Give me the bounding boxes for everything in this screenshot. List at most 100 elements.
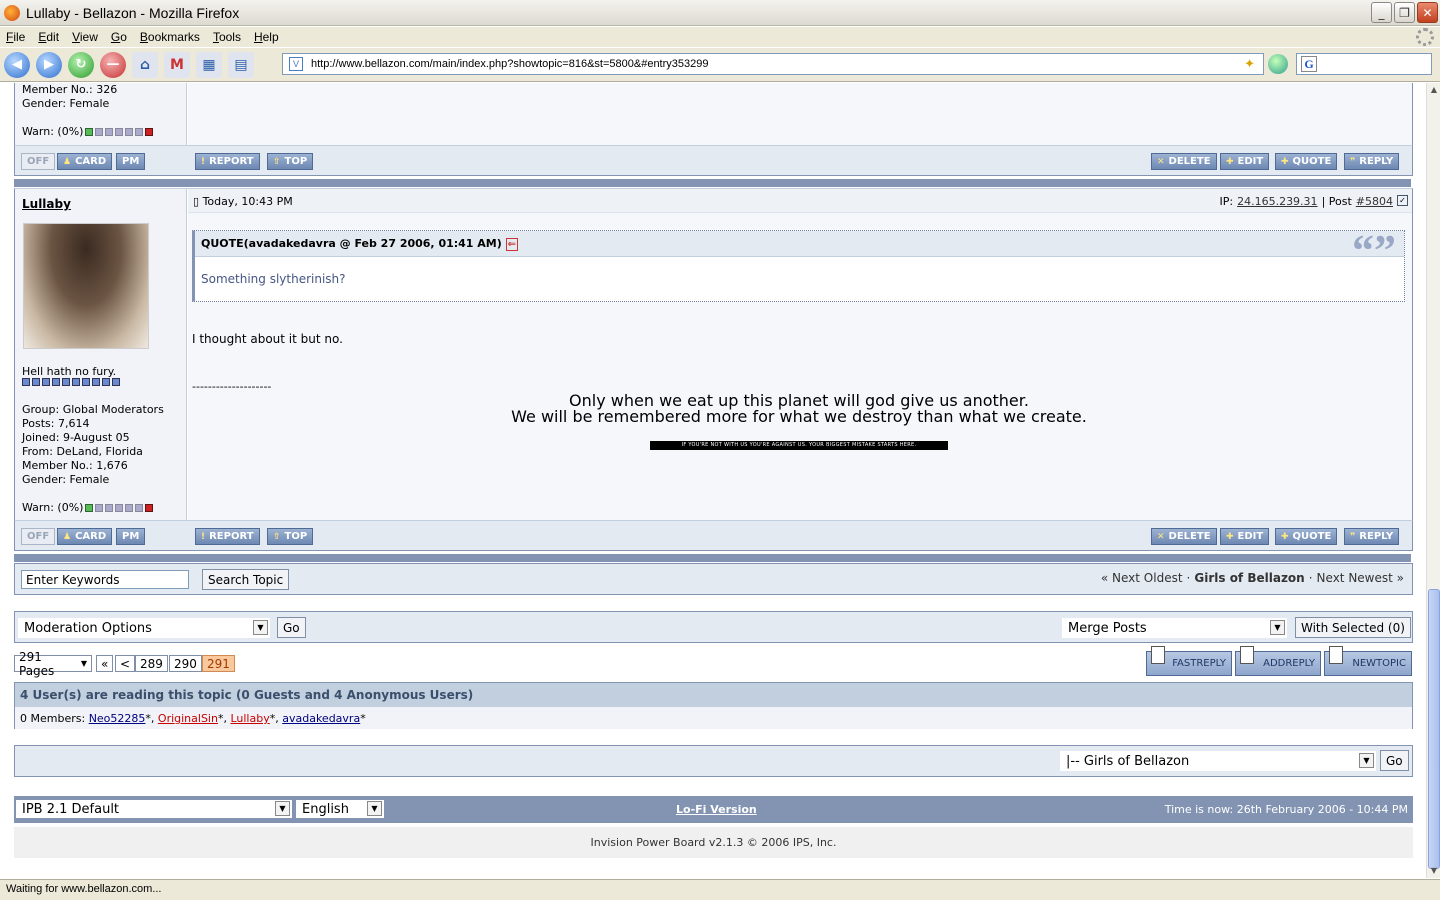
toolbar-extension-icon-2[interactable]: ▤: [228, 51, 254, 78]
page-content: Member No.: 326 Gender: Female Warn: (0%…: [0, 83, 1426, 878]
member-gender: Gender: Female: [22, 473, 110, 486]
post-number-link[interactable]: #5804: [1356, 195, 1393, 208]
address-bar[interactable]: V http://www.bellazon.com/main/index.php…: [282, 53, 1264, 75]
quote-header: QUOTE(avadakedavra @ Feb 27 2006, 01:41 …: [201, 237, 502, 250]
home-icon[interactable]: ⌂: [132, 51, 158, 78]
active-users-box: 4 User(s) are reading this topic (0 Gues…: [14, 682, 1413, 729]
edit-button[interactable]: ✚ EDIT: [1220, 528, 1270, 545]
card-button[interactable]: ♟ CARD: [57, 153, 113, 170]
with-selected-button[interactable]: With Selected (0): [1295, 617, 1411, 638]
report-button[interactable]: ! REPORT: [195, 153, 260, 170]
user-link-originalsin[interactable]: OriginalSin: [158, 712, 218, 725]
skin-select[interactable]: IPB 2.1 Default ▼: [16, 800, 292, 818]
copyright: Invision Power Board v2.1.3 © 2006 IPS, …: [14, 827, 1413, 858]
language-select[interactable]: English ▼: [296, 800, 384, 818]
top-button[interactable]: ⇧ TOP: [267, 528, 314, 545]
page-prev-button[interactable]: <: [115, 655, 136, 672]
arrow-up-icon: ⇧: [273, 156, 281, 167]
page-first-button[interactable]: «: [96, 655, 114, 672]
post-author[interactable]: Lullaby: [22, 197, 71, 211]
offline-button[interactable]: OFF: [21, 153, 56, 170]
page-289-button[interactable]: 289: [135, 655, 168, 672]
forum-jump-go-button[interactable]: Go: [1380, 750, 1409, 771]
window-title: Lullaby - Bellazon - Mozilla Firefox: [26, 4, 240, 21]
user-link-avadakedavra[interactable]: avadakedavra: [282, 712, 360, 725]
quote-block: QUOTE(avadakedavra @ Feb 27 2006, 01:41 …: [192, 226, 1405, 302]
page-290-button[interactable]: 290: [169, 655, 202, 672]
scroll-down-icon[interactable]: ▼: [1427, 864, 1440, 878]
addreply-button[interactable]: ADDREPLY: [1235, 646, 1321, 676]
scroll-up-icon[interactable]: ▲: [1427, 83, 1440, 97]
top-button[interactable]: ⇧ TOP: [267, 153, 314, 170]
minimize-button[interactable]: _: [1371, 2, 1392, 23]
post-message: I thought about it but no.: [192, 332, 343, 346]
vertical-scrollbar[interactable]: ▲ ▼: [1426, 83, 1440, 878]
status-bar: Waiting for www.bellazon.com...: [0, 879, 1440, 900]
search-bar[interactable]: G: [1296, 53, 1432, 75]
moderation-options-select[interactable]: Moderation Options ▼: [18, 618, 270, 638]
toolbar-extension-icon[interactable]: ▦: [196, 51, 222, 78]
menu-view[interactable]: View: [72, 30, 98, 44]
forum-link[interactable]: Girls of Bellazon: [1194, 571, 1304, 585]
maximize-button[interactable]: ❐: [1394, 2, 1415, 23]
close-button[interactable]: ✕: [1417, 2, 1438, 23]
fastreply-button[interactable]: FASTREPLY: [1146, 646, 1232, 676]
lofi-version-link[interactable]: Lo-Fi Version: [676, 803, 757, 816]
back-icon[interactable]: ◀: [4, 51, 30, 78]
merge-posts-select[interactable]: Merge Posts ▼: [1062, 618, 1287, 638]
reload-icon[interactable]: ↻: [68, 51, 94, 78]
quote-mark-icon: ❞: [1350, 531, 1356, 542]
menu-edit[interactable]: Edit: [38, 30, 59, 44]
ip-label: IP:: [1219, 195, 1234, 208]
user-link-neo52285[interactable]: Neo52285: [89, 712, 146, 725]
warn-level[interactable]: Warn: (0%): [22, 501, 83, 515]
select-post-checkbox[interactable]: ✓: [1397, 195, 1408, 206]
pm-button[interactable]: PM: [116, 528, 146, 545]
stop-icon[interactable]: —: [100, 51, 126, 78]
forum-jump-select[interactable]: |-- Girls of Bellazon ▼: [1060, 751, 1376, 771]
post-separator: [14, 179, 1411, 187]
forward-icon[interactable]: ▶: [36, 51, 62, 78]
google-icon[interactable]: G: [1301, 56, 1317, 72]
menu-file[interactable]: File: [6, 30, 25, 44]
pm-button[interactable]: PM: [116, 153, 146, 170]
user-icon: ♟: [63, 531, 72, 542]
gmail-icon[interactable]: M: [164, 51, 190, 78]
delete-button[interactable]: ✕ DELETE: [1151, 528, 1217, 545]
prev-warn[interactable]: Warn: (0%): [22, 125, 83, 139]
menu-help[interactable]: Help: [254, 30, 279, 44]
quote-link-icon[interactable]: ⇐: [505, 238, 519, 251]
member-joined: Joined: 9-August 05: [22, 431, 130, 444]
signature-line-2: We will be remembered more for what we d…: [511, 407, 1087, 426]
card-button[interactable]: ♟ CARD: [57, 528, 113, 545]
keywords-input[interactable]: [21, 570, 189, 589]
scrollbar-thumb[interactable]: [1428, 589, 1440, 869]
avatar[interactable]: [23, 223, 149, 349]
quote-button[interactable]: ✚ QUOTE: [1275, 153, 1338, 170]
search-topic-button[interactable]: Search Topic: [202, 569, 290, 590]
ip-link[interactable]: 24.165.239.31: [1237, 195, 1317, 208]
rss-icon[interactable]: ✦: [1244, 56, 1255, 72]
moderation-go-button[interactable]: Go: [277, 617, 306, 638]
report-button[interactable]: ! REPORT: [195, 528, 260, 545]
newtopic-button[interactable]: NEWTOPIC: [1324, 646, 1412, 676]
firefox-logo-icon: [4, 4, 20, 21]
go-icon[interactable]: [1268, 54, 1288, 74]
menu-bookmarks[interactable]: Bookmarks: [140, 30, 200, 44]
arrow-up-icon: ⇧: [273, 531, 281, 542]
user-link-lullaby[interactable]: Lullaby: [230, 712, 269, 725]
quote-marks-icon: “”: [1352, 226, 1396, 275]
offline-button[interactable]: OFF: [21, 528, 56, 545]
menu-go[interactable]: Go: [111, 30, 127, 44]
quote-button[interactable]: ✚ QUOTE: [1275, 528, 1338, 545]
reply-button[interactable]: ❞ REPLY: [1344, 153, 1400, 170]
edit-button[interactable]: ✚ EDIT: [1220, 153, 1270, 170]
next-oldest-link[interactable]: « Next Oldest: [1101, 571, 1183, 585]
next-newest-link[interactable]: Next Newest »: [1317, 571, 1404, 585]
menu-tools[interactable]: Tools: [213, 30, 241, 44]
pages-dropdown[interactable]: 291 Pages ▼: [14, 650, 92, 678]
signature-banner[interactable]: IF YOU'RE NOT WITH US YOU'RE AGAINST US.…: [650, 441, 948, 450]
plus-icon: ✚: [1226, 156, 1234, 167]
delete-button[interactable]: ✕ DELETE: [1151, 153, 1217, 170]
reply-button[interactable]: ❞ REPLY: [1344, 528, 1400, 545]
